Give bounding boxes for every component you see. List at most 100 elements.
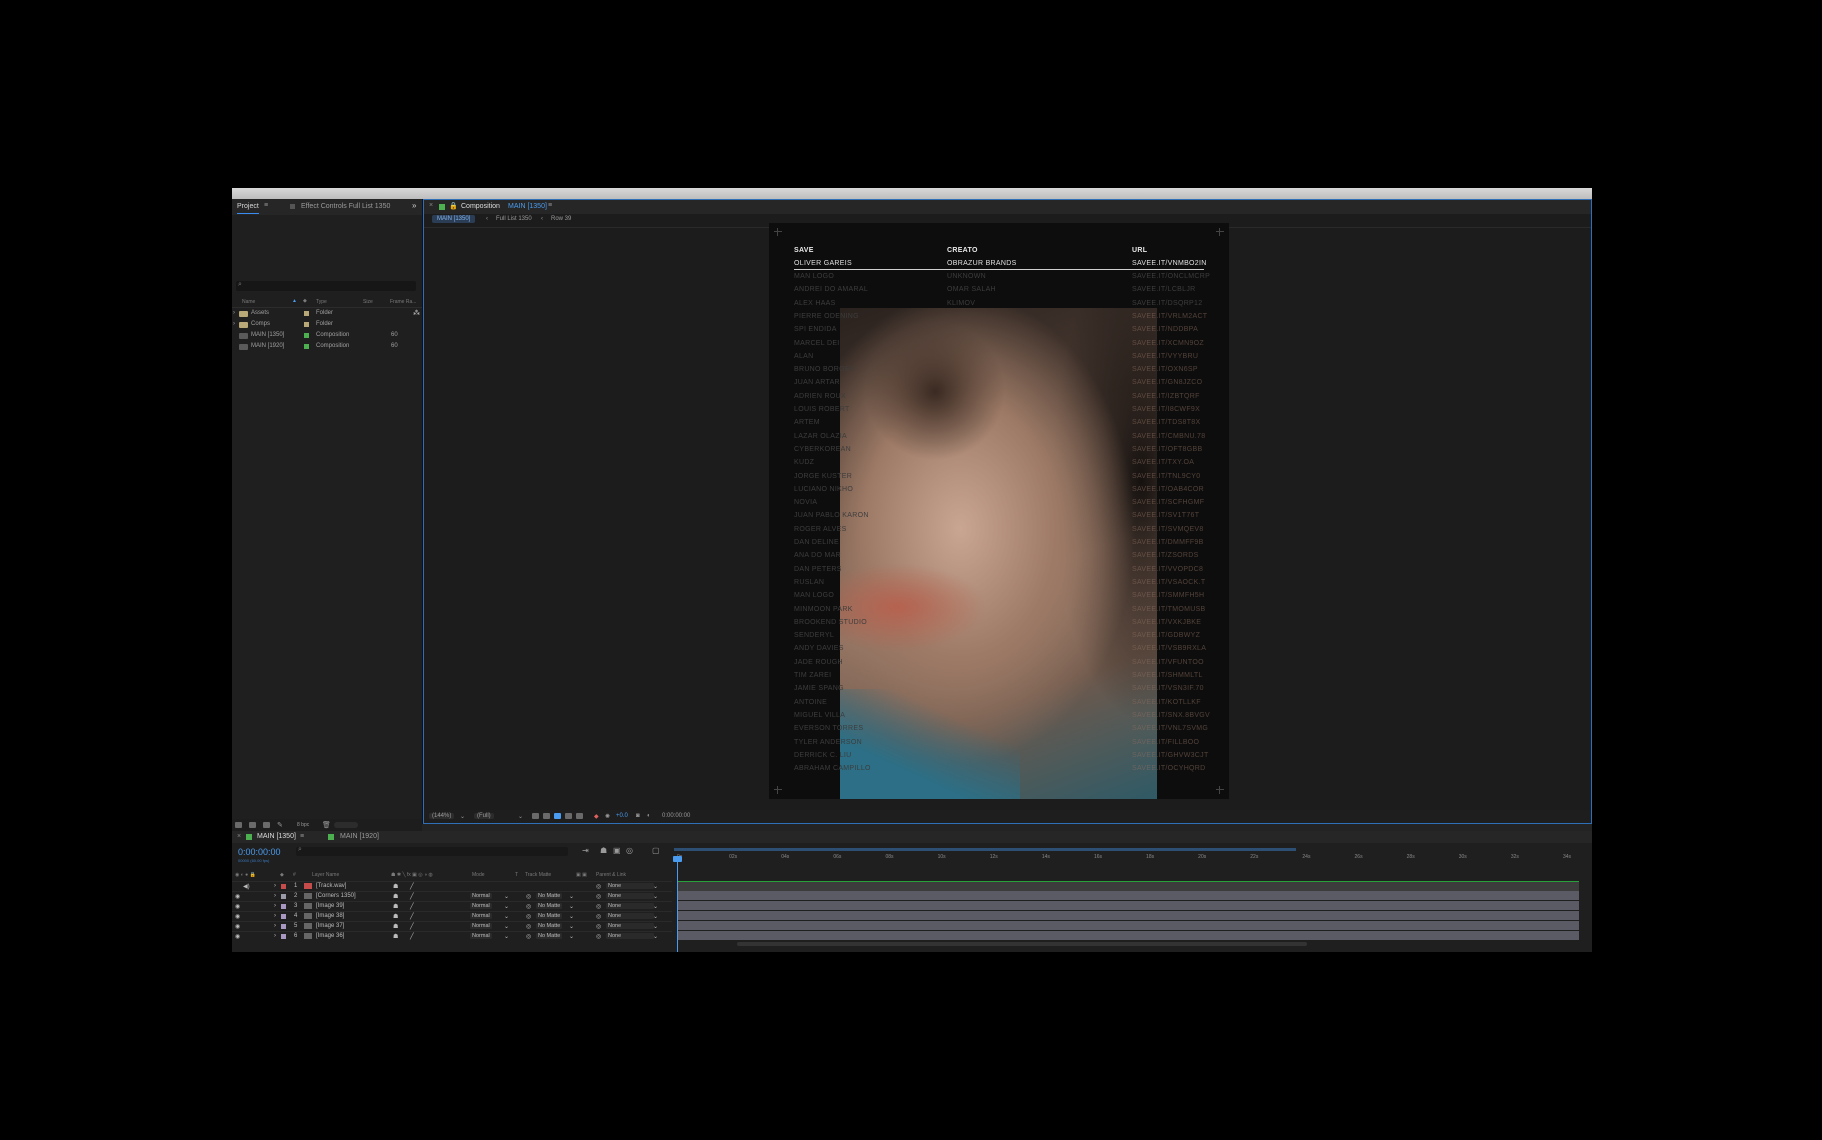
layer-name[interactable]: [Image 39] [316,903,344,909]
layer-duration-bar[interactable] [677,891,1579,900]
eye-icon[interactable]: ◉ [235,933,240,940]
track-matte-select[interactable]: No Matte [536,893,563,899]
shy-switch-icon[interactable]: ☗ [393,933,398,940]
column-type[interactable]: Type [316,299,327,305]
exposure-value[interactable]: +0.0 [616,813,628,819]
shy-switch-icon[interactable]: ☗ [393,883,398,890]
column-track-matte[interactable]: Track Matte [525,872,551,878]
layer-name[interactable]: [Image 37] [316,923,344,929]
label-swatch[interactable] [304,311,309,316]
chevron-right-icon[interactable]: › [274,923,276,929]
label-swatch[interactable] [281,894,286,899]
column-name[interactable]: Name [242,299,255,305]
label-swatch[interactable] [281,924,286,929]
blend-mode-select[interactable]: Normal [470,923,492,929]
quality-switch-icon[interactable]: ╱ [410,883,414,890]
parent-select[interactable]: None [606,903,654,909]
new-composition-icon[interactable] [263,822,270,828]
pickwhip-icon[interactable]: ◎ [596,903,601,910]
parent-select[interactable]: None [606,893,654,899]
quality-switch-icon[interactable]: ╱ [410,893,414,900]
layer-duration-bar[interactable] [677,911,1579,920]
shy-layers-icon[interactable]: ☗ [600,846,607,855]
column-number[interactable]: # [293,872,296,878]
new-folder-icon[interactable] [249,822,256,828]
exposure-icon[interactable]: ✺ [605,813,610,820]
shy-switch-icon[interactable]: ☗ [393,893,398,900]
layer-row[interactable]: ◉ › 6 [Image 36] ☗ ╱ Normal ⌄ ◎ No Matte ⌄ ◎ None ⌄ [232,931,672,942]
chevron-right-icon[interactable]: › [274,933,276,939]
column-size[interactable]: Size [363,299,373,305]
pickwhip-icon[interactable]: ◎ [596,913,601,920]
blend-mode-select[interactable]: Normal [470,913,492,919]
layer-name[interactable]: [Image 38] [316,913,344,919]
interpret-footage-icon[interactable] [235,822,242,828]
project-search-input[interactable]: ⌕ [236,281,416,291]
layer-name[interactable]: [Corners 1350] [316,893,356,899]
layer-name[interactable]: [Image 36] [316,933,344,939]
zoom-select[interactable]: (144%) [429,813,455,819]
speaker-icon[interactable]: ◀) [243,883,250,890]
project-item[interactable]: MAIN [1350] Composition 60 [232,331,422,342]
label-icon[interactable]: ◆ [303,298,307,304]
track-matte-select[interactable]: No Matte [536,913,563,919]
parent-select[interactable]: None [606,913,654,919]
layer-search-input[interactable]: ⌕ [296,846,568,856]
menu-icon[interactable]: ≡ [264,202,268,209]
shy-switch-icon[interactable]: ☗ [393,923,398,930]
column-frame-rate[interactable]: Frame Ra... [390,299,416,305]
label-swatch[interactable] [281,914,286,919]
composition-tab-prefix[interactable]: Composition [461,203,500,210]
comp-mini-flowchart-icon[interactable]: ⇥ [582,846,589,855]
color-channels-icon[interactable]: ◆ [594,813,599,820]
close-tab-icon[interactable]: × [237,833,241,840]
parent-select[interactable]: None [606,883,654,889]
lock-icon[interactable]: 🔒 [449,202,458,210]
composition-viewer[interactable]: SAVE CREATO URL OLIVER GAREIS OBRAZUR BRANDS… [769,223,1229,799]
composition-tab-name[interactable]: MAIN [1350] [508,203,547,210]
project-item[interactable]: › Assets Folder [232,309,422,320]
label-swatch[interactable] [304,344,309,349]
breadcrumb-item-main[interactable]: MAIN [1350] [432,215,476,223]
tab-effect-controls[interactable]: Effect Controls Full List 1350 [301,203,390,210]
trash-icon[interactable]: 🗑 [322,821,331,829]
current-time-indicator[interactable] [673,856,682,952]
pickwhip-icon[interactable]: ◎ [596,883,601,890]
label-swatch[interactable] [304,333,309,338]
track-matte-select[interactable]: No Matte [536,923,563,929]
menu-icon[interactable]: ≡ [548,202,552,209]
resolution-select[interactable]: (Full) [474,813,494,819]
time-ruler[interactable]: 0s02s04s06s08s10s12s14s16s18s20s22s24s26… [674,849,1578,869]
blend-mode-select[interactable]: Normal [470,903,492,909]
window-title-bar[interactable] [232,188,1592,199]
chevron-right-icon[interactable]: › [274,893,276,899]
project-item[interactable]: › Comps Folder [232,320,422,331]
timeline-tab-main-1920[interactable]: MAIN [1920] [340,833,379,840]
track-matte-select[interactable]: No Matte [536,933,563,939]
pickwhip-icon[interactable]: ◎ [596,923,601,930]
label-swatch[interactable] [281,904,286,909]
blend-mode-select[interactable]: Normal [470,933,492,939]
mask-visibility-icon[interactable] [554,813,561,819]
eye-icon[interactable]: ◉ [235,913,240,920]
column-t[interactable]: T [515,872,518,878]
shy-switch-icon[interactable]: ☗ [393,913,398,920]
tab-project[interactable]: Project [237,203,259,214]
panel-overflow-icon[interactable]: » [412,201,416,210]
chevron-right-icon[interactable]: › [233,321,235,327]
chevron-right-icon[interactable]: › [274,913,276,919]
column-mode[interactable]: Mode [472,872,485,878]
parent-select[interactable]: None [606,923,654,929]
graph-editor-icon[interactable]: ▢ [652,846,660,855]
layer-duration-bar[interactable] [677,921,1579,930]
shy-switch-icon[interactable]: ☗ [393,903,398,910]
motion-blur-icon[interactable]: ◎ [626,846,633,855]
view-layout-icon[interactable] [576,813,583,819]
close-tab-icon[interactable]: × [429,202,433,209]
track-matte-select[interactable]: No Matte [536,903,563,909]
quality-switch-icon[interactable]: ╱ [410,903,414,910]
column-layer-name[interactable]: Layer Name [312,872,339,878]
column-parent-link[interactable]: Parent & Link [596,872,626,878]
eye-icon[interactable]: ◉ [235,923,240,930]
chevron-right-icon[interactable]: › [233,310,235,316]
